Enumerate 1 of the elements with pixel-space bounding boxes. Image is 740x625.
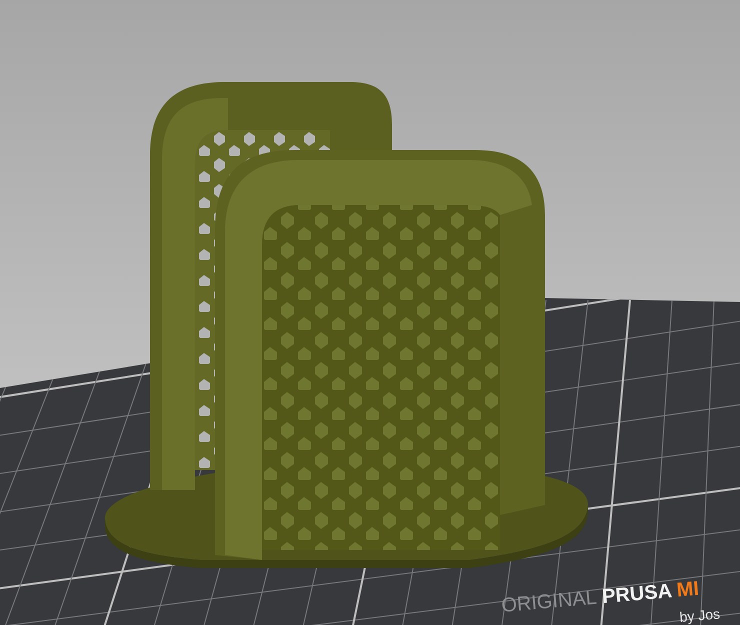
bed-sublabel: by Jos <box>678 606 721 625</box>
